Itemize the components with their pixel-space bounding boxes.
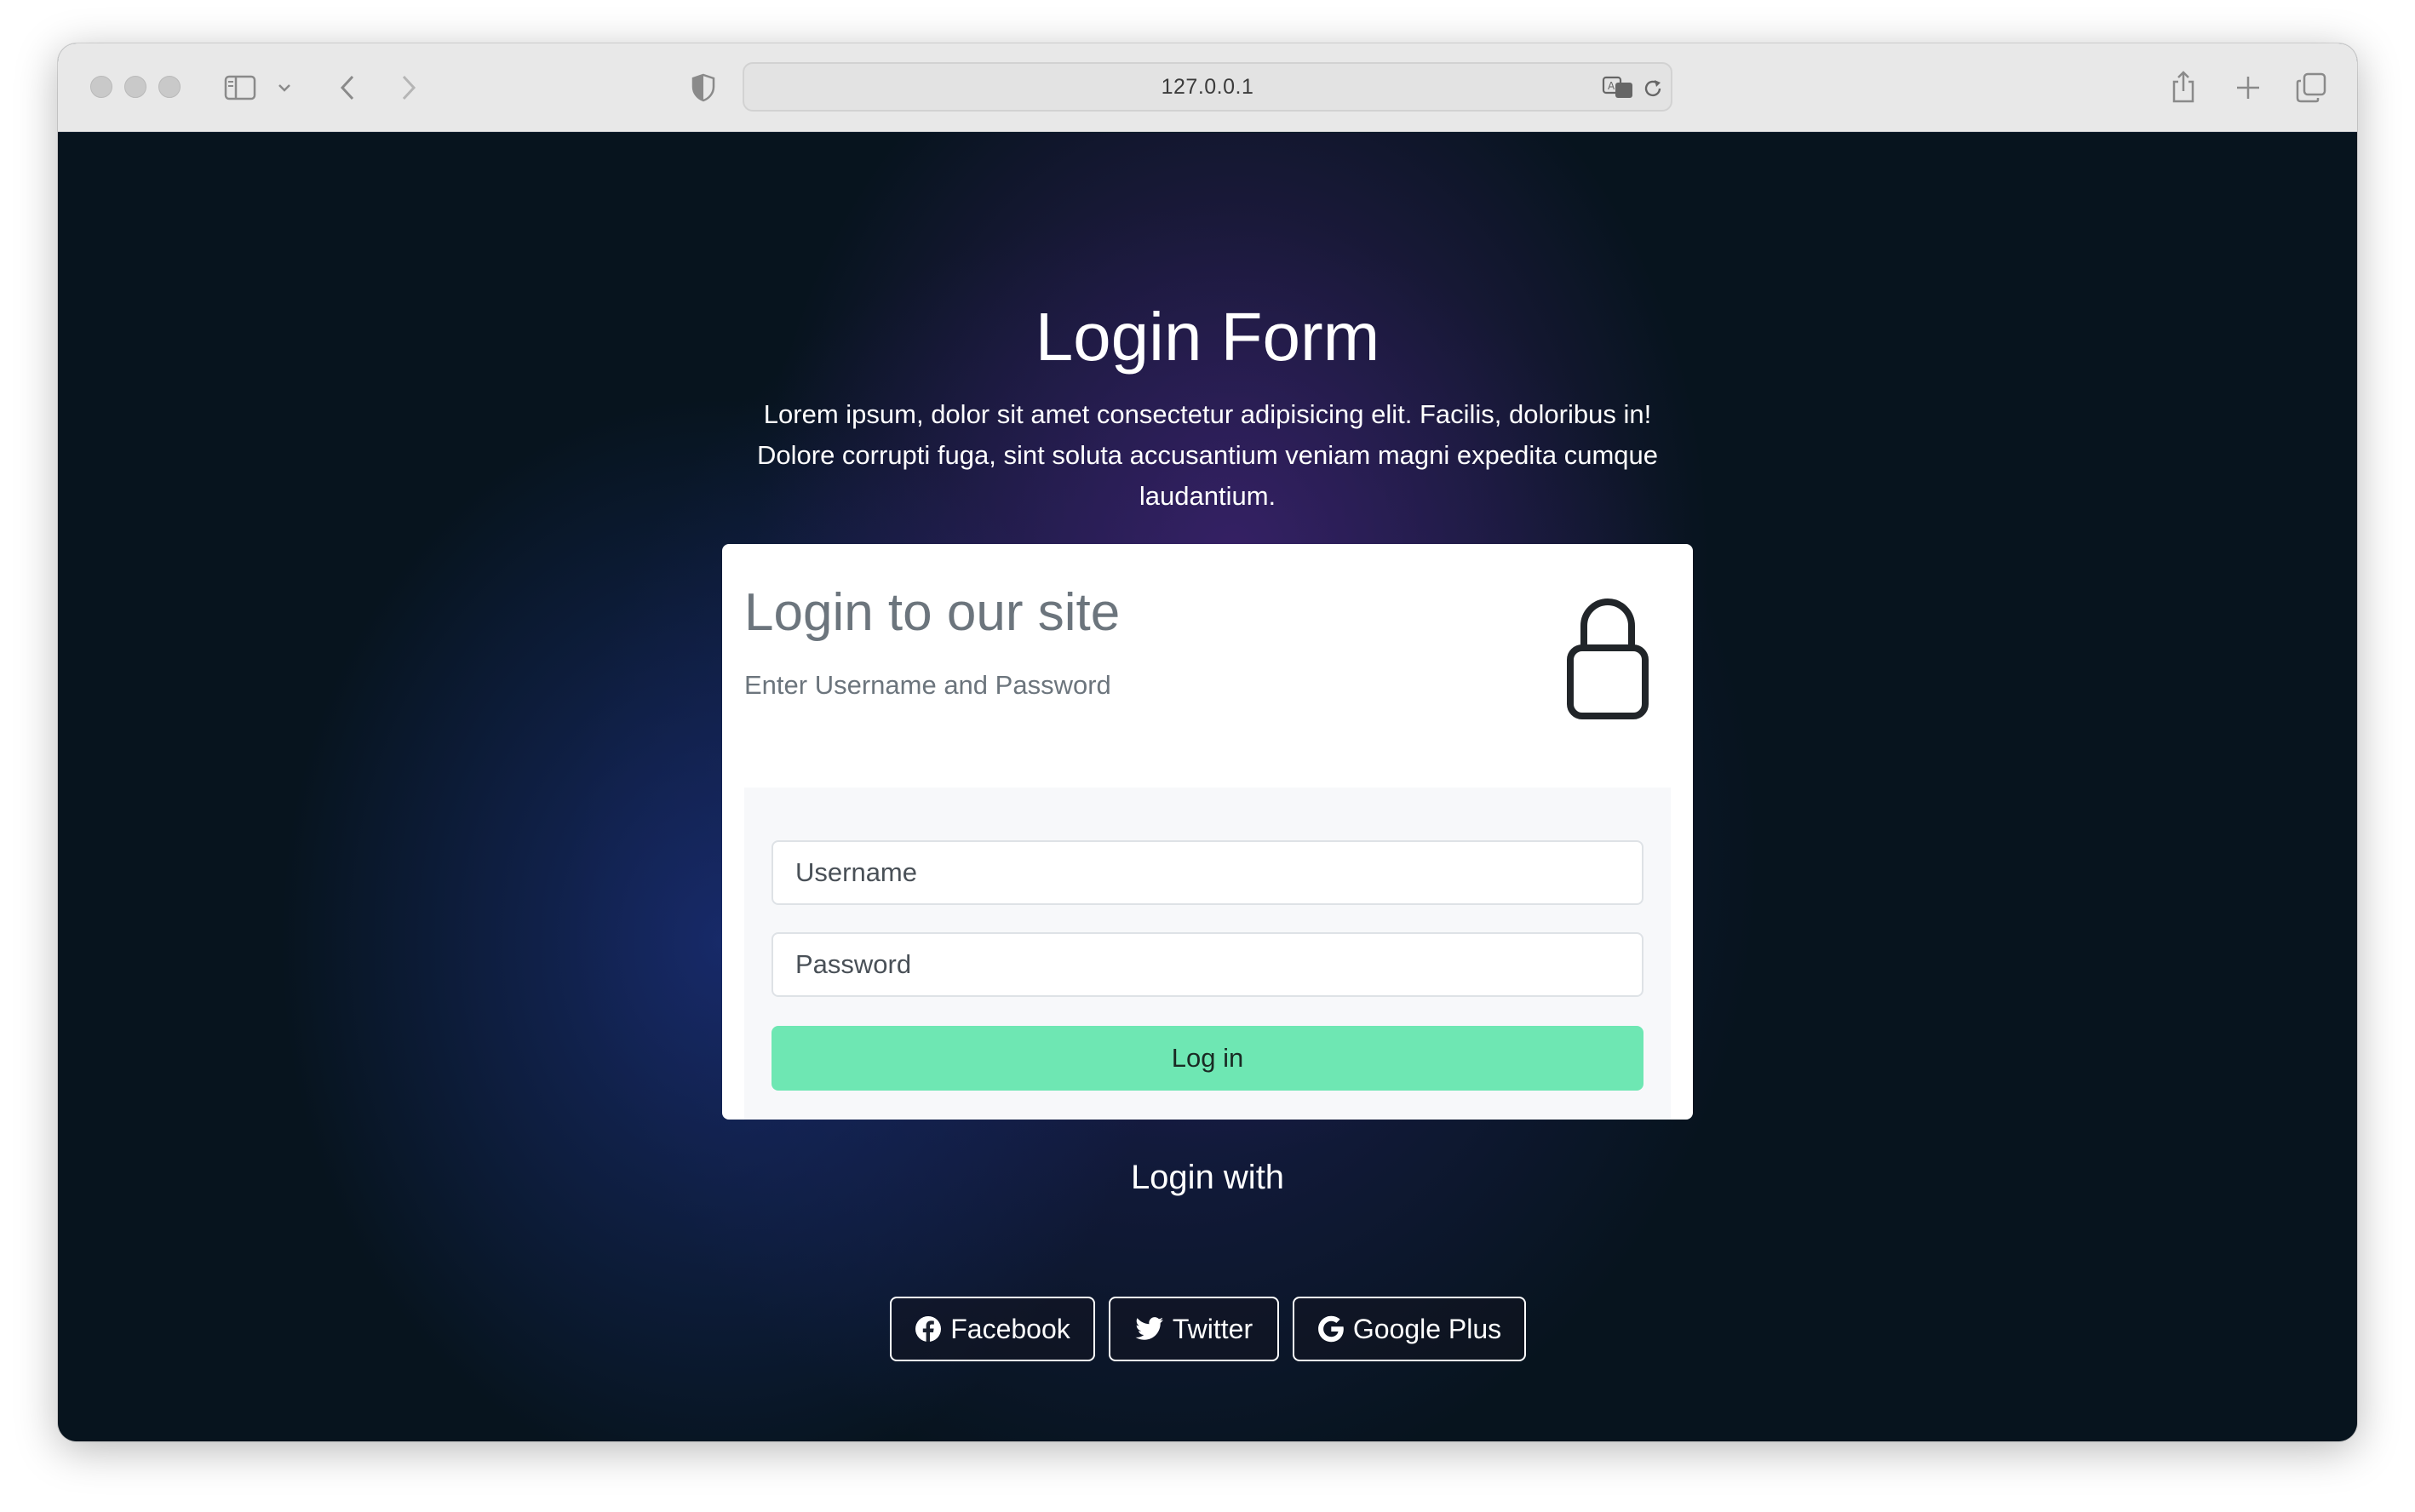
twitter-label: Twitter — [1172, 1313, 1253, 1344]
address-bar[interactable]: 127.0.0.1 A — [743, 62, 1672, 112]
login-with-heading: Login with — [1130, 1159, 1285, 1196]
minimize-window-button[interactable] — [124, 76, 146, 98]
login-form: Log in — [744, 788, 1671, 1120]
browser-toolbar: 127.0.0.1 A — [58, 43, 2357, 132]
url-text: 127.0.0.1 — [1161, 74, 1254, 99]
google-icon — [1317, 1315, 1344, 1343]
card-subtitle: Enter Username and Password — [744, 670, 1111, 700]
login-button[interactable]: Log in — [772, 1026, 1643, 1091]
username-field[interactable] — [772, 840, 1643, 905]
google-plus-label: Google Plus — [1352, 1313, 1502, 1344]
page-description: Lorem ipsum, dolor sit amet consectetur … — [757, 399, 1658, 511]
sidebar-icon[interactable] — [223, 71, 257, 105]
chevron-down-icon[interactable] — [276, 77, 293, 98]
new-tab-icon[interactable] — [2231, 71, 2265, 105]
share-icon[interactable] — [2166, 67, 2200, 106]
zoom-window-button[interactable] — [158, 76, 181, 98]
back-icon[interactable] — [330, 71, 364, 105]
login-card: Login to our site Enter Username and Pas… — [722, 544, 1693, 1120]
page-viewport: Login Form Lorem ipsum, dolor sit amet c… — [58, 133, 2357, 1441]
translate-icon[interactable]: A — [1601, 72, 1635, 103]
twitter-button[interactable]: Twitter — [1109, 1297, 1279, 1361]
password-field[interactable] — [772, 932, 1643, 997]
browser-window: 127.0.0.1 A Login Form Lorem ipsum, dolo… — [58, 43, 2357, 1441]
social-buttons: Facebook Twitter Google Plus — [58, 1297, 2357, 1361]
svg-text:A: A — [1608, 80, 1615, 92]
lock-icon — [1567, 598, 1649, 719]
twitter-icon — [1135, 1317, 1163, 1340]
forward-icon[interactable] — [392, 71, 426, 105]
facebook-label: Facebook — [950, 1313, 1070, 1344]
close-window-button[interactable] — [90, 76, 112, 98]
reload-icon[interactable] — [1638, 74, 1667, 103]
tabs-overview-icon[interactable] — [2292, 69, 2330, 106]
page-title: Login Form — [1035, 299, 1380, 375]
card-title: Login to our site — [744, 583, 1121, 642]
facebook-button[interactable]: Facebook — [890, 1297, 1095, 1361]
shield-icon[interactable] — [686, 71, 720, 105]
google-plus-button[interactable]: Google Plus — [1293, 1297, 1526, 1361]
facebook-icon — [915, 1316, 942, 1342]
